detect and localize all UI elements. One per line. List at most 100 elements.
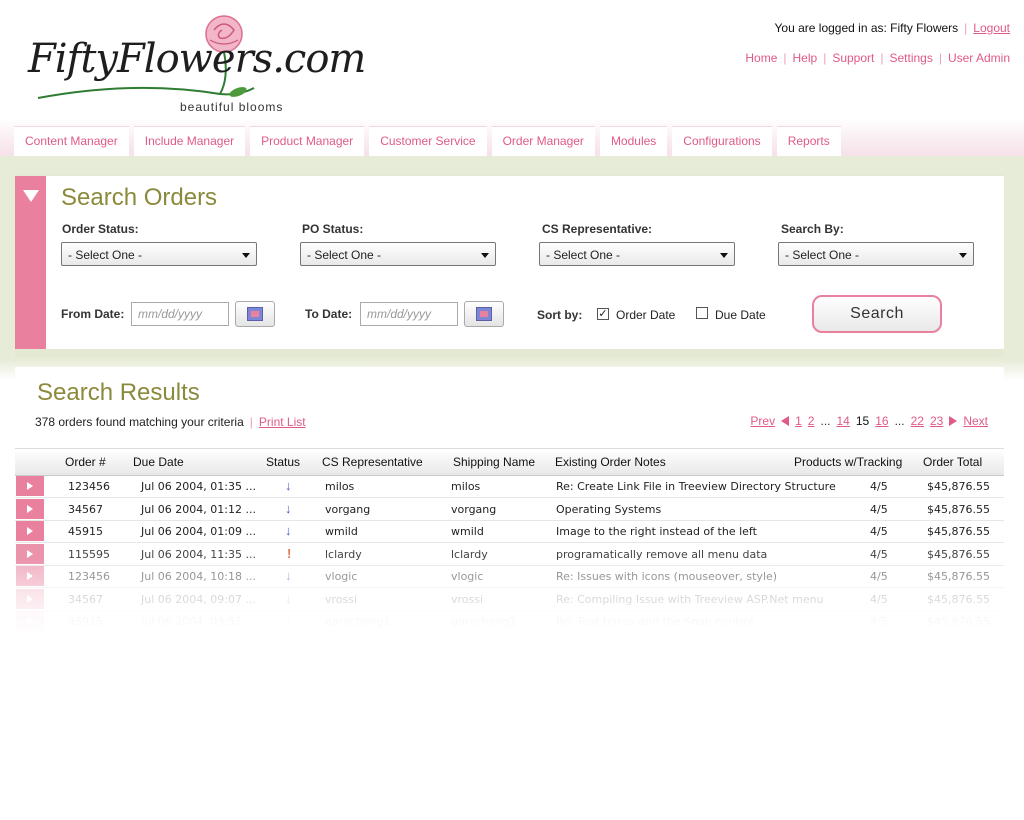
tab-customer-service[interactable]: Customer Service — [369, 126, 487, 156]
cs-rep-label: CS Representative: — [542, 222, 653, 236]
tab-configurations[interactable]: Configurations — [672, 126, 772, 156]
sort-by-label: Sort by: — [537, 308, 583, 322]
table-row[interactable]: 34567 Jul 06 2004, 09:07 ... vrossi vrossi R… — [15, 588, 1004, 611]
chevron-down-icon — [242, 253, 250, 258]
search-orders-panel: Search Orders Order Status: PO Status: C… — [15, 174, 1004, 357]
expand-row-icon[interactable] — [16, 498, 44, 519]
select-value: - Select One - — [785, 248, 860, 262]
table-row[interactable]: 123456 Jul 06 2004, 10:18 ... vlogic vlogic… — [15, 565, 1004, 588]
home-link[interactable]: Home — [745, 51, 777, 65]
due-date-checkbox[interactable] — [696, 307, 708, 319]
tab-product-manager[interactable]: Product Manager — [250, 126, 365, 156]
cell-tracking: 4/5 — [870, 547, 888, 561]
col-order-total[interactable]: Order Total — [923, 455, 982, 469]
cell-rep: vlogic — [325, 570, 358, 583]
table-row[interactable]: 123456 Jul 06 2004, 01:35 ... milos milos Re… — [15, 475, 1004, 498]
pagination: Prev 1 2 ... 14 15 16 ... 22 23 Next — [750, 414, 988, 428]
down-arrow-icon: ↓ — [285, 590, 292, 606]
to-date-calendar-button[interactable] — [464, 301, 504, 327]
to-date-label: To Date: — [305, 307, 353, 321]
separator: | — [823, 51, 827, 65]
user-admin-link[interactable]: User Admin — [948, 51, 1010, 65]
fiftyflowers-logo[interactable]: FiftyFlowers.com beautiful blooms — [24, 8, 366, 118]
next-link[interactable]: Next — [963, 414, 988, 428]
col-due-date[interactable]: Due Date — [133, 455, 184, 469]
cell-order: 123456 — [68, 570, 110, 583]
calendar-icon — [247, 307, 263, 321]
next-arrow-icon[interactable] — [949, 416, 958, 426]
search-by-label: Search By: — [781, 222, 844, 236]
tab-content-manager[interactable]: Content Manager — [14, 126, 129, 156]
search-orders-title: Search Orders — [61, 184, 218, 211]
table-row[interactable]: 45915 Jul 06 2004, 03:51 ... garycheng1 gar… — [15, 610, 1004, 633]
results-summary: 378 orders found matching your criteria |… — [35, 415, 306, 429]
search-results-panel: Search Results 378 orders found matching… — [15, 367, 1004, 667]
from-date-input[interactable]: mm/dd/yyyy — [131, 302, 229, 326]
collapse-icon[interactable] — [23, 190, 39, 202]
select-value: - Select One - — [68, 248, 143, 262]
order-date-checkbox[interactable]: ✓ — [597, 308, 609, 320]
tab-reports[interactable]: Reports — [776, 126, 841, 156]
logo-wordmark: FiftyFlowers.com — [28, 36, 366, 82]
down-arrow-icon: ↓ — [285, 523, 292, 538]
expand-row-icon[interactable] — [16, 588, 44, 609]
calendar-icon — [476, 307, 492, 321]
cell-order: 34567 — [68, 502, 103, 516]
col-shipping-name[interactable]: Shipping Name — [453, 455, 535, 469]
prev-arrow-icon[interactable] — [781, 416, 790, 426]
expand-row-icon[interactable] — [16, 611, 44, 631]
expand-row-icon[interactable] — [16, 566, 44, 586]
page-link[interactable]: 16 — [875, 414, 888, 428]
table-row[interactable]: 34567 Jul 06 2004, 01:12 ... vorgang vorgan… — [15, 498, 1004, 521]
print-list-link[interactable]: Print List — [259, 415, 306, 429]
search-button[interactable]: Search — [812, 295, 942, 333]
page-link[interactable]: 14 — [837, 414, 850, 428]
tab-modules[interactable]: Modules — [599, 126, 668, 156]
cell-due: Jul 06 2004, 10:18 ... — [141, 570, 256, 583]
panel-side-strip — [15, 176, 46, 349]
cell-ship: vrossi — [451, 592, 484, 606]
col-cs-representative[interactable]: CS Representative — [322, 455, 423, 469]
order-status-select[interactable]: - Select One - — [61, 242, 257, 266]
cell-rep: milos — [325, 480, 355, 493]
page-link[interactable]: 22 — [911, 414, 924, 428]
logo-tagline: beautiful blooms — [180, 100, 284, 114]
help-link[interactable]: Help — [793, 51, 818, 65]
cell-rep: wmild — [325, 525, 358, 538]
logout-link[interactable]: Logout — [973, 21, 1010, 35]
cell-ship: wmild — [451, 525, 484, 538]
tab-order-manager[interactable]: Order Manager — [491, 126, 595, 156]
col-status[interactable]: Status — [266, 455, 300, 469]
col-existing-order-notes[interactable]: Existing Order Notes — [555, 455, 666, 469]
page-link[interactable]: 23 — [930, 414, 943, 428]
expand-row-icon[interactable] — [16, 543, 44, 564]
cs-rep-select[interactable]: - Select One - — [539, 242, 735, 266]
cell-due: Jul 06 2004, 03:51 ... — [141, 615, 256, 628]
page-link[interactable]: 2 — [808, 414, 815, 428]
col-order-number[interactable]: Order # — [65, 455, 106, 469]
cell-tracking: 4/5 — [870, 525, 888, 538]
chevron-down-icon — [959, 253, 967, 258]
to-date-input[interactable]: mm/dd/yyyy — [360, 302, 458, 326]
table-row[interactable]: 45915 Jul 06 2004, 01:09 ... wmild wmild Ima… — [15, 520, 1004, 543]
cell-tracking: 4/5 — [870, 502, 888, 516]
login-status: You are logged in as: Fifty Flowers | Logo… — [775, 21, 1010, 35]
po-status-select[interactable]: - Select One - — [300, 242, 496, 266]
page-link[interactable]: 1 — [795, 414, 802, 428]
cell-notes: Re: Text boxes and the Snap control — [556, 615, 754, 628]
expand-row-icon[interactable] — [16, 521, 44, 541]
expand-row-icon[interactable] — [16, 476, 44, 496]
settings-link[interactable]: Settings — [889, 51, 932, 65]
table-row[interactable]: 115595 Jul 06 2004, 11:35 ... lclardy lclar… — [15, 543, 1004, 566]
support-link[interactable]: Support — [832, 51, 874, 65]
col-products-tracking[interactable]: Products w/Tracking — [794, 455, 902, 469]
select-value: - Select One - — [546, 248, 621, 262]
cell-ship: vlogic — [451, 570, 484, 583]
search-by-select[interactable]: - Select One - — [778, 242, 974, 266]
prev-link[interactable]: Prev — [750, 414, 775, 428]
down-arrow-icon: ↓ — [285, 500, 292, 516]
search-results-title: Search Results — [37, 379, 200, 406]
cell-due: Jul 06 2004, 01:09 ... — [141, 525, 256, 538]
from-date-calendar-button[interactable] — [235, 301, 275, 327]
tab-include-manager[interactable]: Include Manager — [133, 126, 246, 156]
